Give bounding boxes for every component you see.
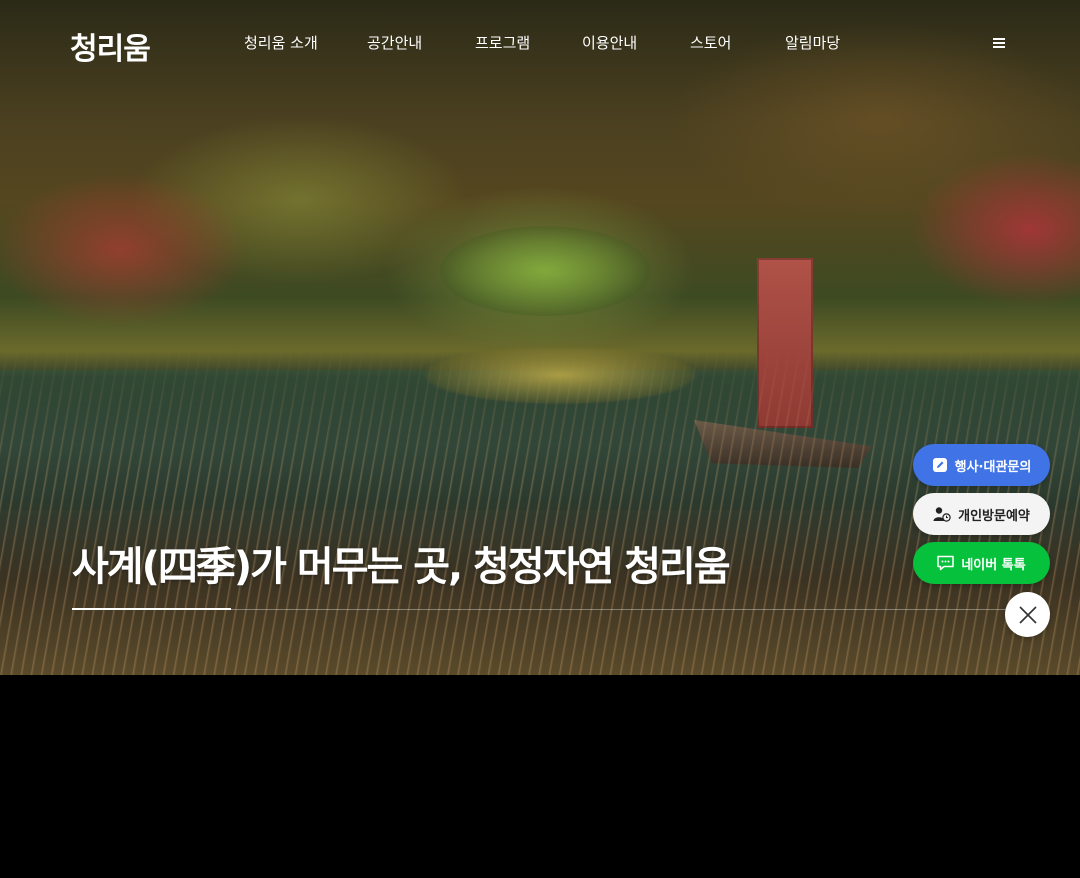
event-inquiry-label: 행사·대관문의 xyxy=(954,459,1032,475)
hero-pine-tree xyxy=(440,226,650,316)
nav-item-spaces[interactable]: 공간안내 xyxy=(367,32,422,53)
event-inquiry-button[interactable]: 행사·대관문의 xyxy=(913,444,1050,486)
personal-visit-button[interactable]: 개인방문예약 xyxy=(913,493,1050,535)
close-floating-menu-button[interactable] xyxy=(1005,592,1050,637)
slide-progress-fill xyxy=(72,608,232,610)
nav-item-about[interactable]: 청리움 소개 xyxy=(244,32,318,53)
personal-visit-label: 개인방문예약 xyxy=(958,508,1030,524)
naver-talk-label: 네이버 톡톡 xyxy=(961,557,1026,573)
nav-item-guide[interactable]: 이용안내 xyxy=(582,32,637,53)
user-clock-icon xyxy=(933,507,951,522)
naver-talk-button[interactable]: 네이버 톡톡 xyxy=(913,542,1050,584)
hamburger-icon[interactable] xyxy=(993,38,1005,48)
close-icon xyxy=(1018,605,1037,624)
hero-headline: 사계(四季)가 머무는 곳, 청정자연 청리움 xyxy=(72,544,731,590)
nav-item-notice[interactable]: 알림마당 xyxy=(785,32,840,53)
nav-item-programs[interactable]: 프로그램 xyxy=(475,32,530,53)
nav-item-store[interactable]: 스토어 xyxy=(690,32,731,53)
main-nav: 청리움 소개 공간안내 프로그램 이용안내 스토어 알림마당 xyxy=(0,32,1080,54)
chat-bubble-icon xyxy=(937,555,955,571)
below-fold-area xyxy=(0,675,1080,878)
edit-note-icon xyxy=(932,458,947,472)
